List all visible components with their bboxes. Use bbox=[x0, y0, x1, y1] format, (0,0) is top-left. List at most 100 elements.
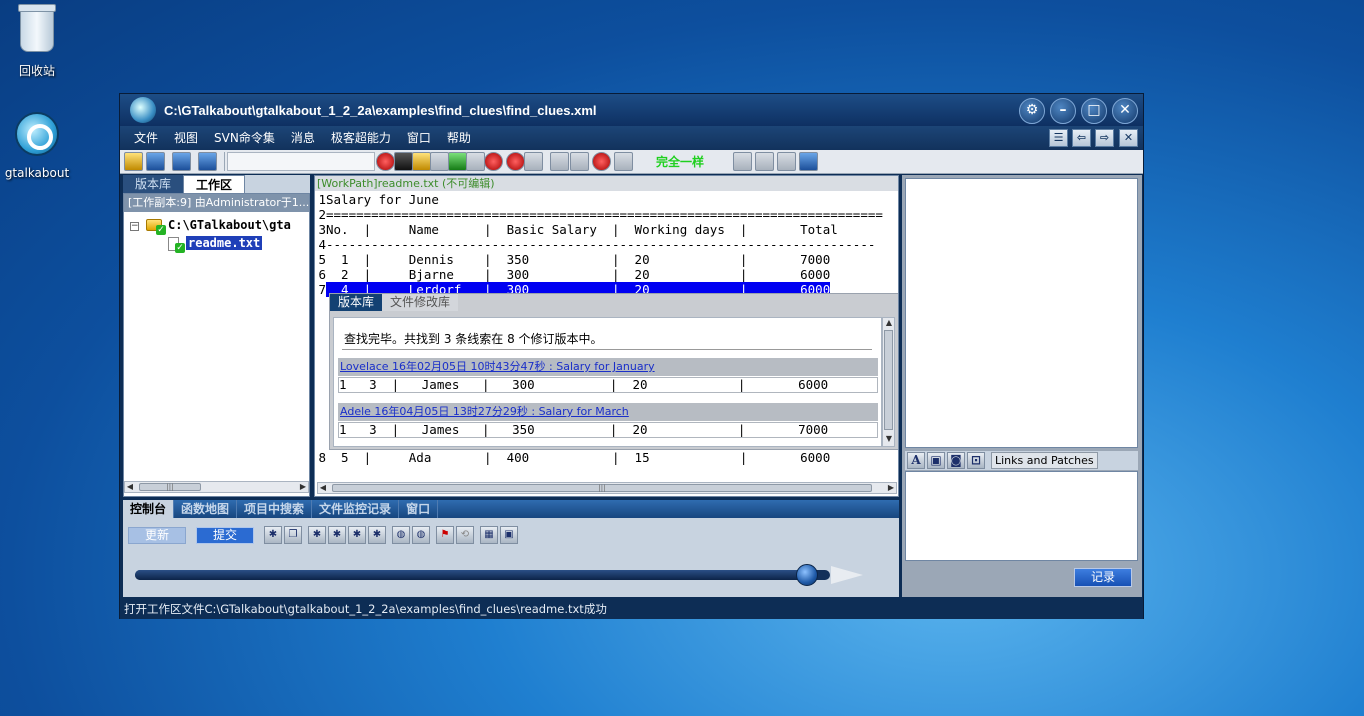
desktop-icon-gtalkabout[interactable]: gtalkabout bbox=[0, 112, 77, 180]
tab-clue-repository[interactable]: 版本库 bbox=[330, 294, 383, 311]
scroll-right-icon[interactable]: ▶ bbox=[886, 483, 896, 493]
links-panel[interactable] bbox=[905, 471, 1138, 561]
screenshot-icon[interactable]: ⊡ bbox=[967, 452, 985, 469]
save-icon[interactable] bbox=[172, 152, 191, 171]
camera-icon[interactable]: ◙ bbox=[947, 452, 965, 469]
merge-icon[interactable] bbox=[777, 152, 796, 171]
scroll-thumb[interactable] bbox=[884, 330, 893, 430]
snowflake-icon[interactable]: ✱ bbox=[328, 526, 346, 544]
revision-link[interactable]: Adele 16年04月05日 13时27分29秒 : Salary for M… bbox=[338, 405, 629, 418]
revision-row: 1 3 | James | 300 | 20 | 6000 bbox=[338, 377, 878, 393]
tab-function-map[interactable]: 函数地图 bbox=[174, 500, 238, 518]
progress-knob-icon[interactable] bbox=[796, 564, 818, 586]
menu-help[interactable]: 帮助 bbox=[439, 126, 479, 150]
minimize-button[interactable]: – bbox=[1050, 98, 1076, 124]
status-bar: 打开工作区文件C:\GTalkabout\gtalkabout_1_2_2a\e… bbox=[120, 599, 1143, 619]
record-icon[interactable] bbox=[376, 152, 395, 171]
editor-horizontal-scrollbar[interactable]: ◀ ||| ▶ bbox=[317, 482, 897, 494]
image-icon[interactable]: ▣ bbox=[927, 452, 945, 469]
find-next-icon[interactable] bbox=[506, 152, 525, 171]
font-icon[interactable]: A bbox=[907, 452, 925, 469]
snowflake-icon[interactable]: ✱ bbox=[308, 526, 326, 544]
tree-file-readme[interactable]: readme.txt bbox=[186, 236, 263, 250]
calendar-icon[interactable]: ▦ bbox=[480, 526, 498, 544]
scroll-down-icon[interactable]: ▼ bbox=[884, 434, 894, 444]
title-bar[interactable]: C:\GTalkabout\gtalkabout_1_2_2a\examples… bbox=[120, 94, 1143, 126]
scroll-left-icon[interactable]: ◀ bbox=[125, 482, 135, 492]
scroll-up-icon[interactable]: ▲ bbox=[884, 318, 894, 328]
tab-workspace[interactable]: 工作区 bbox=[183, 175, 246, 193]
refresh-icon[interactable] bbox=[799, 152, 818, 171]
toolbar-input[interactable] bbox=[227, 152, 375, 171]
bomb-icon[interactable] bbox=[394, 152, 413, 171]
compare-icon[interactable] bbox=[550, 152, 569, 171]
vertical-scrollbar[interactable]: ▲ ▼ bbox=[882, 317, 895, 447]
chat-icon[interactable]: ◍ bbox=[392, 526, 410, 544]
compare-status: 完全一样 bbox=[656, 155, 705, 169]
tab-project-search[interactable]: 项目中搜索 bbox=[237, 500, 313, 518]
record-button[interactable]: 记录 bbox=[1074, 568, 1132, 587]
horizontal-scrollbar[interactable]: ◀ ||| ▶ bbox=[124, 481, 309, 493]
chat-icon[interactable]: ◍ bbox=[412, 526, 430, 544]
tree-collapse-icon[interactable]: − bbox=[130, 222, 139, 231]
filter-icon[interactable] bbox=[198, 152, 217, 171]
snowflake-icon[interactable]: ✱ bbox=[368, 526, 386, 544]
film-icon[interactable] bbox=[733, 152, 752, 171]
close-button[interactable]: ✕ bbox=[1112, 98, 1138, 124]
flag-icon[interactable]: ⚑ bbox=[436, 526, 454, 544]
update-button[interactable]: 更新 bbox=[128, 527, 186, 544]
tab-repository[interactable]: 版本库 bbox=[123, 175, 184, 193]
frame-icon[interactable] bbox=[755, 152, 774, 171]
user-icon[interactable] bbox=[592, 152, 611, 171]
mdi-forward-button[interactable]: ⇨ bbox=[1095, 129, 1114, 147]
console-pane: 控制台 函数地图 项目中搜索 文件监控记录 窗口 更新 提交 ✱ ❐ ✱ ✱ ✱… bbox=[123, 500, 899, 597]
tab-clue-changes[interactable]: 文件修改库 bbox=[382, 294, 459, 311]
bold-icon[interactable] bbox=[412, 152, 431, 171]
search-icon[interactable] bbox=[146, 152, 165, 171]
code-line: 5 1 | Dennis | 350 | 20 | 7000 bbox=[318, 252, 831, 267]
menu-geek[interactable]: 极客超能力 bbox=[323, 126, 399, 150]
commit-button[interactable]: 提交 bbox=[196, 527, 254, 544]
menu-window[interactable]: 窗口 bbox=[399, 126, 439, 150]
find-red-icon[interactable] bbox=[484, 152, 503, 171]
menu-bar: 文件 视图 SVN命令集 消息 极客超能力 窗口 帮助 ☰ ⇦ ⇨ ✕ bbox=[120, 126, 1143, 150]
scroll-right-icon[interactable]: ▶ bbox=[298, 482, 308, 492]
code-line: 2=======================================… bbox=[318, 207, 883, 222]
maximize-button[interactable]: □ bbox=[1081, 98, 1107, 124]
menu-message[interactable]: 消息 bbox=[283, 126, 323, 150]
next-icon[interactable] bbox=[448, 152, 467, 171]
arrow-right-icon bbox=[831, 566, 863, 584]
revision-link[interactable]: Lovelace 16年02月05日 10时43分47秒 : Salary fo… bbox=[338, 360, 655, 373]
block-icon[interactable] bbox=[430, 152, 449, 171]
links-and-patches-tab[interactable]: Links and Patches bbox=[991, 452, 1098, 469]
file-editor[interactable]: [WorkPath]readme.txt (不可编辑) 1Salary for … bbox=[314, 175, 899, 497]
scroll-thumb[interactable]: ||| bbox=[332, 484, 872, 492]
mdi-back-button[interactable]: ⇦ bbox=[1072, 129, 1091, 147]
menu-svn[interactable]: SVN命令集 bbox=[206, 126, 283, 150]
tab-window[interactable]: 窗口 bbox=[399, 500, 439, 518]
preview-panel[interactable] bbox=[905, 178, 1138, 448]
revision-header: Lovelace 16年02月05日 10时43分47秒 : Salary fo… bbox=[338, 358, 878, 376]
snowflake-icon[interactable]: ✱ bbox=[348, 526, 366, 544]
scroll-left-icon[interactable]: ◀ bbox=[318, 483, 328, 493]
menu-view[interactable]: 视图 bbox=[166, 126, 206, 150]
undo-icon[interactable] bbox=[570, 152, 589, 171]
tab-file-monitor[interactable]: 文件监控记录 bbox=[312, 500, 400, 518]
dropdown-icon[interactable] bbox=[466, 152, 485, 171]
menu-file[interactable]: 文件 bbox=[126, 126, 166, 150]
settings-button[interactable]: ⚙ bbox=[1019, 98, 1045, 124]
tile-windows-button[interactable]: ☰ bbox=[1049, 129, 1068, 147]
zoom-icon[interactable] bbox=[614, 152, 633, 171]
clue-results: 查找完毕。共找到 3 条线索在 8 个修订版本中。 Lovelace 16年02… bbox=[333, 317, 882, 447]
portrait-icon[interactable]: ▣ bbox=[500, 526, 518, 544]
mdi-close-button[interactable]: ✕ bbox=[1119, 129, 1138, 147]
document-icon[interactable] bbox=[524, 152, 543, 171]
sync-icon[interactable]: ⟲ bbox=[456, 526, 474, 544]
copy-icon[interactable]: ❐ bbox=[284, 526, 302, 544]
open-folder-icon[interactable] bbox=[124, 152, 143, 171]
tab-console[interactable]: 控制台 bbox=[123, 500, 175, 518]
tree-root[interactable]: C:\GTalkabout\gta bbox=[168, 218, 291, 232]
scroll-thumb[interactable]: ||| bbox=[139, 483, 201, 491]
desktop-icon-recycle-bin[interactable]: 回收站 bbox=[0, 4, 77, 79]
snowflake-icon[interactable]: ✱ bbox=[264, 526, 282, 544]
